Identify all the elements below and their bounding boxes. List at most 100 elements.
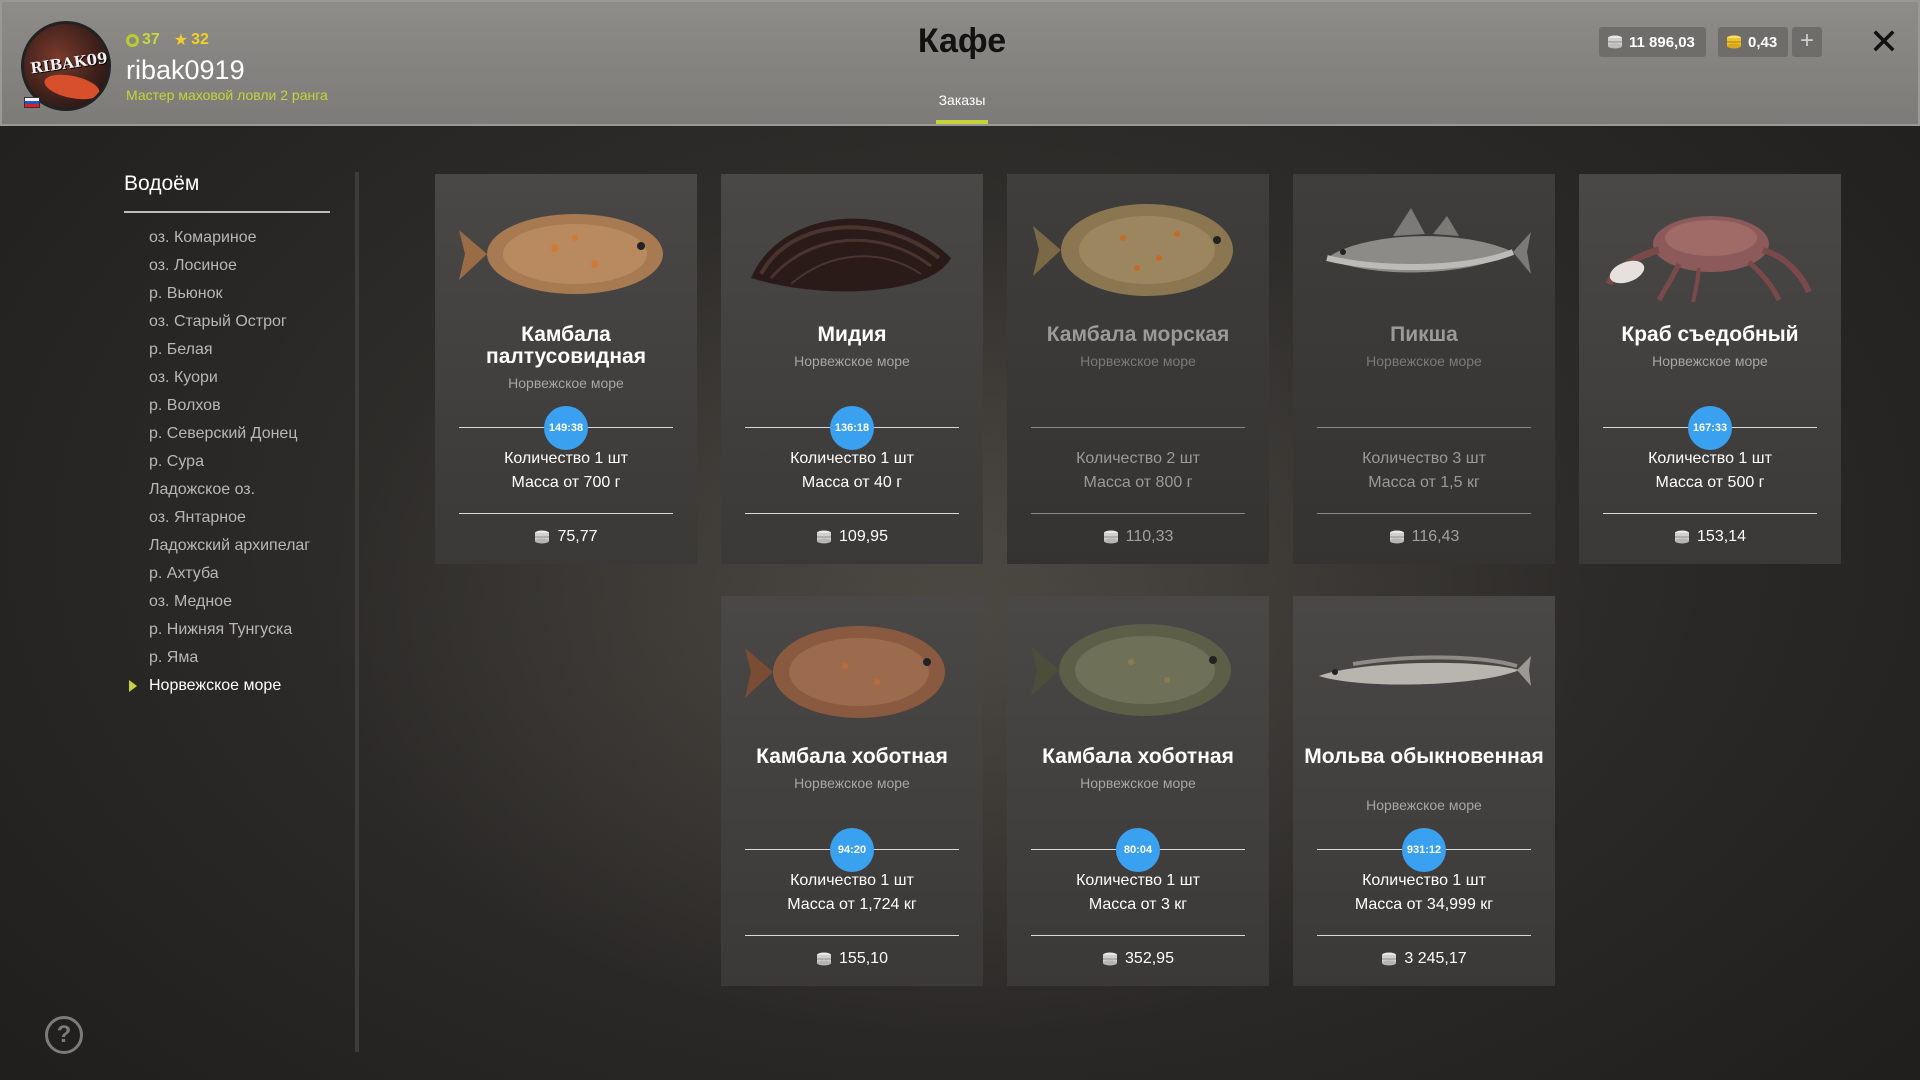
waterbody-heading: Водоём [124, 172, 200, 195]
haddock-icon [1313, 188, 1535, 308]
order-region: Норвежское море [508, 375, 624, 391]
order-divider [1317, 513, 1531, 514]
order-price: 153,14 [1697, 528, 1746, 545]
page-title: Кафе [917, 22, 1007, 60]
order-timer: 136:18 [830, 406, 874, 450]
flounder-icon [741, 610, 963, 730]
order-reward: 352,95 [1017, 950, 1259, 968]
order-card[interactable]: Камбала хоботная Норвежское море 80:04 К… [1007, 596, 1269, 986]
order-reward: 116,43 [1303, 528, 1545, 546]
order-card[interactable]: Пикша Норвежское море Количество 3 шт Ма… [1293, 174, 1555, 564]
mussel-icon [741, 188, 963, 308]
sidebar-item-mednoe[interactable]: оз. Медное [124, 590, 354, 618]
sidebar-item-losinoe[interactable]: оз. Лосиное [124, 254, 354, 282]
sidebar-item-kuori[interactable]: оз. Куори [124, 366, 354, 394]
sidebar-item-label: Ладожский архипелаг [149, 537, 311, 554]
star-stat: ★ 32 [174, 30, 209, 50]
waterbody-list: оз. Комариное оз. Лосиное р. Вьюнок оз. … [124, 226, 354, 702]
sidebar-item-akhtuba[interactable]: р. Ахтуба [124, 562, 354, 590]
order-mass: Масса от 40 г [801, 474, 903, 491]
crab-icon [1599, 188, 1821, 308]
sidebar-item-norwegian-sea[interactable]: Норвежское море [124, 674, 354, 702]
order-divider [1031, 513, 1245, 514]
help-button[interactable]: ? [45, 1016, 83, 1054]
stars-value: 32 [191, 31, 209, 48]
sidebar-item-label: р. Яма [149, 649, 199, 666]
sidebar-item-sura[interactable]: р. Сура [124, 450, 354, 478]
sidebar-item-staryy-ostrog[interactable]: оз. Старый Острог [124, 310, 354, 338]
order-timer: 94:20 [830, 828, 874, 872]
sidebar-item-ladoga-archipelago[interactable]: Ладожский архипелаг [124, 534, 354, 562]
sidebar-item-label: оз. Янтарное [149, 509, 246, 526]
silver-amount: 11 896,03 [1629, 33, 1695, 51]
order-fish-name: Пикша [1390, 323, 1458, 346]
silver-coins-icon [1381, 952, 1397, 966]
silver-coins-icon [534, 530, 550, 544]
flounder-icon [1027, 610, 1249, 730]
order-region: Норвежское море [1366, 797, 1482, 813]
active-tab-indicator [936, 120, 988, 124]
silver-coins-icon [1389, 530, 1405, 544]
order-mass: Масса от 34,999 кг [1354, 896, 1494, 913]
sidebar-item-belaya[interactable]: р. Белая [124, 338, 354, 366]
silver-coins-icon [816, 530, 832, 544]
silver-coins-icon [1608, 35, 1622, 49]
order-quantity: Количество 1 шт [790, 450, 914, 467]
order-divider [1031, 935, 1245, 936]
sidebar-scrollbar[interactable] [355, 172, 359, 1052]
order-fish-name: Мидия [817, 323, 887, 346]
order-quantity: Количество 1 шт [1362, 872, 1486, 889]
sidebar-item-label: р. Северский Донец [149, 425, 298, 442]
order-mass: Масса от 1,5 кг [1368, 474, 1480, 491]
tab-orders[interactable]: Заказы [922, 92, 1002, 108]
order-timer: 149:38 [544, 406, 588, 450]
order-price: 116,43 [1411, 528, 1460, 545]
order-price: 109,95 [839, 528, 888, 545]
order-quantity: Количество 1 шт [504, 450, 628, 467]
ling-icon [1313, 610, 1535, 730]
order-reward: 153,14 [1589, 528, 1831, 546]
order-price: 75,77 [557, 528, 598, 545]
order-card[interactable]: Краб съедобный Норвежское море 167:33 Ко… [1579, 174, 1841, 564]
avatar-fish-icon [42, 70, 102, 104]
avatar-logo-text: RIBAK0919 [29, 45, 111, 78]
order-region: Норвежское море [794, 775, 910, 791]
sidebar-item-yantarnoe[interactable]: оз. Янтарное [124, 506, 354, 534]
sidebar-item-lower-tunguska[interactable]: р. Нижняя Тунгуска [124, 618, 354, 646]
order-region: Норвежское море [1366, 353, 1482, 369]
silver-coins-icon [1674, 530, 1690, 544]
order-divider [745, 513, 959, 514]
order-quantity: Количество 1 шт [1648, 450, 1772, 467]
order-card[interactable]: Камбала палтусовидная Норвежское море 14… [435, 174, 697, 564]
sidebar-item-komarinoe[interactable]: оз. Комариное [124, 226, 354, 254]
order-reward: 3 245,17 [1303, 950, 1545, 968]
sidebar-item-label: оз. Медное [149, 593, 232, 610]
username: ribak0919 [126, 55, 245, 85]
sidebar-item-seversky-donets[interactable]: р. Северский Донец [124, 422, 354, 450]
order-card[interactable]: Камбала морская Норвежское море Количест… [1007, 174, 1269, 564]
top-bar: RIBAK0919 37 ★ 32 ribak0919 Мастер махов… [0, 0, 1920, 126]
order-fish-name: Камбала палтусовидная [486, 323, 646, 368]
sidebar-item-label: р. Белая [149, 341, 213, 358]
sidebar-item-yama[interactable]: р. Яма [124, 646, 354, 674]
close-button[interactable]: ✕ [1866, 22, 1902, 62]
order-fish-name: Камбала хоботная [756, 745, 948, 768]
selected-arrow-icon [129, 680, 137, 692]
gold-amount: 0,43 [1748, 33, 1778, 51]
order-card[interactable]: Мидия Норвежское море 136:18 Количество … [721, 174, 983, 564]
sidebar-item-label: оз. Старый Острог [149, 313, 287, 330]
order-reward: 110,33 [1017, 528, 1259, 546]
sidebar-heading-underline [124, 211, 330, 213]
order-card[interactable]: Мольва обыкновенная Норвежское море 931:… [1293, 596, 1555, 986]
sidebar-item-ladoga-lake[interactable]: Ладожское оз. [124, 478, 354, 506]
order-price: 155,10 [839, 950, 888, 967]
plaice-icon [1027, 188, 1249, 308]
order-region: Норвежское море [1080, 353, 1196, 369]
sidebar-item-label: р. Волхов [149, 397, 221, 414]
add-currency-button[interactable]: + [1792, 27, 1822, 57]
order-card[interactable]: Камбала хоботная Норвежское море 94:20 К… [721, 596, 983, 986]
sidebar-item-vyunok[interactable]: р. Вьюнок [124, 282, 354, 310]
sidebar-item-volkhov[interactable]: р. Волхов [124, 394, 354, 422]
order-region: Норвежское море [794, 353, 910, 369]
sidebar-item-label: Норвежское море [149, 677, 282, 694]
